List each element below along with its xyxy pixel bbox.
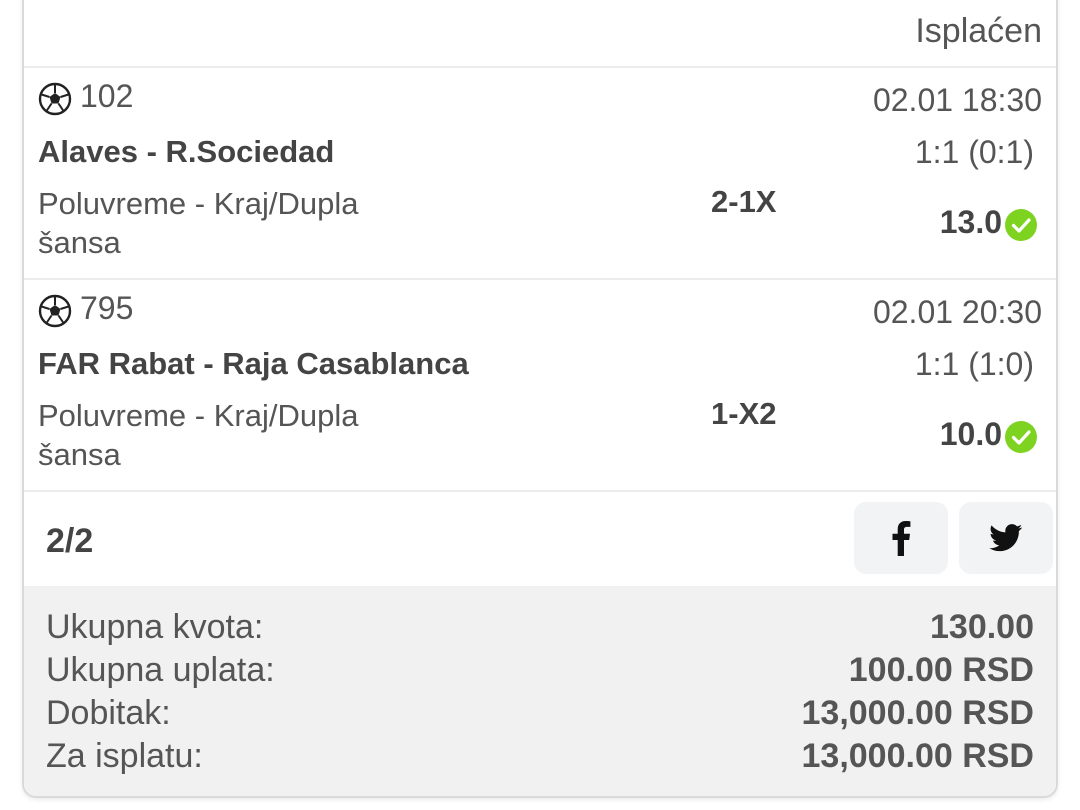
share-facebook-button[interactable]	[854, 502, 948, 574]
bet-market: Poluvreme - Kraj/Dupla šansa	[38, 186, 359, 260]
bet-odd: 10.0	[939, 416, 1002, 452]
payout-label: Za isplatu:	[46, 737, 203, 775]
facebook-icon	[892, 521, 911, 556]
match-datetime: 02.01 20:30	[872, 294, 1042, 330]
summary-row-payout: Za isplatu: 13,000.00 RSD	[24, 737, 1056, 780]
stake-label: Ukupna uplata:	[46, 651, 275, 689]
soccer-ball-icon	[38, 82, 72, 116]
bet-odd: 13.0	[939, 204, 1002, 240]
payout-value: 13,000.00 RSD	[801, 737, 1035, 775]
ticket-status-row: Isplaćen	[24, 0, 1056, 68]
check-circle-icon	[1005, 421, 1037, 453]
bet-pick: 1-X2	[711, 396, 777, 431]
summary-row-stake: Ukupna uplata: 100.00 RSD	[24, 651, 1056, 694]
ticket-card: Isplaćen 102 02.01 18:30 Alaves - R.Soci…	[22, 0, 1058, 798]
match-code: 795	[80, 290, 134, 326]
match-score: 1:1 (1:0)	[914, 346, 1034, 382]
win-value: 13,000.00 RSD	[801, 694, 1035, 732]
share-twitter-button[interactable]	[959, 502, 1053, 574]
match-code: 102	[80, 78, 134, 114]
ticket-footer-row: 2/2	[24, 492, 1056, 586]
ticket-summary: Ukupna kvota: 130.00 Ukupna uplata: 100.…	[24, 586, 1056, 796]
total-odds-label: Ukupna kvota:	[46, 608, 264, 646]
match-count: 2/2	[46, 522, 94, 560]
twitter-icon	[989, 524, 1023, 552]
summary-row-total-odds: Ukupna kvota: 130.00	[24, 608, 1056, 651]
match-teams: FAR Rabat - Raja Casablanca	[38, 346, 469, 381]
match-score: 1:1 (0:1)	[914, 134, 1034, 170]
match-datetime: 02.01 18:30	[872, 82, 1042, 118]
stake-value: 100.00 RSD	[848, 651, 1034, 689]
match-row[interactable]: 795 02.01 20:30 FAR Rabat - Raja Casabla…	[24, 280, 1056, 492]
ticket-status: Isplaćen	[915, 12, 1042, 50]
match-row[interactable]: 102 02.01 18:30 Alaves - R.Sociedad 1:1 …	[24, 68, 1056, 280]
soccer-ball-icon	[38, 294, 72, 328]
bet-market: Poluvreme - Kraj/Dupla šansa	[38, 398, 359, 472]
summary-row-win: Dobitak: 13,000.00 RSD	[24, 694, 1056, 737]
match-teams: Alaves - R.Sociedad	[38, 134, 335, 169]
win-label: Dobitak:	[46, 694, 171, 732]
bet-pick: 2-1X	[711, 184, 777, 219]
check-circle-icon	[1005, 209, 1037, 241]
total-odds-value: 130.00	[930, 608, 1034, 646]
